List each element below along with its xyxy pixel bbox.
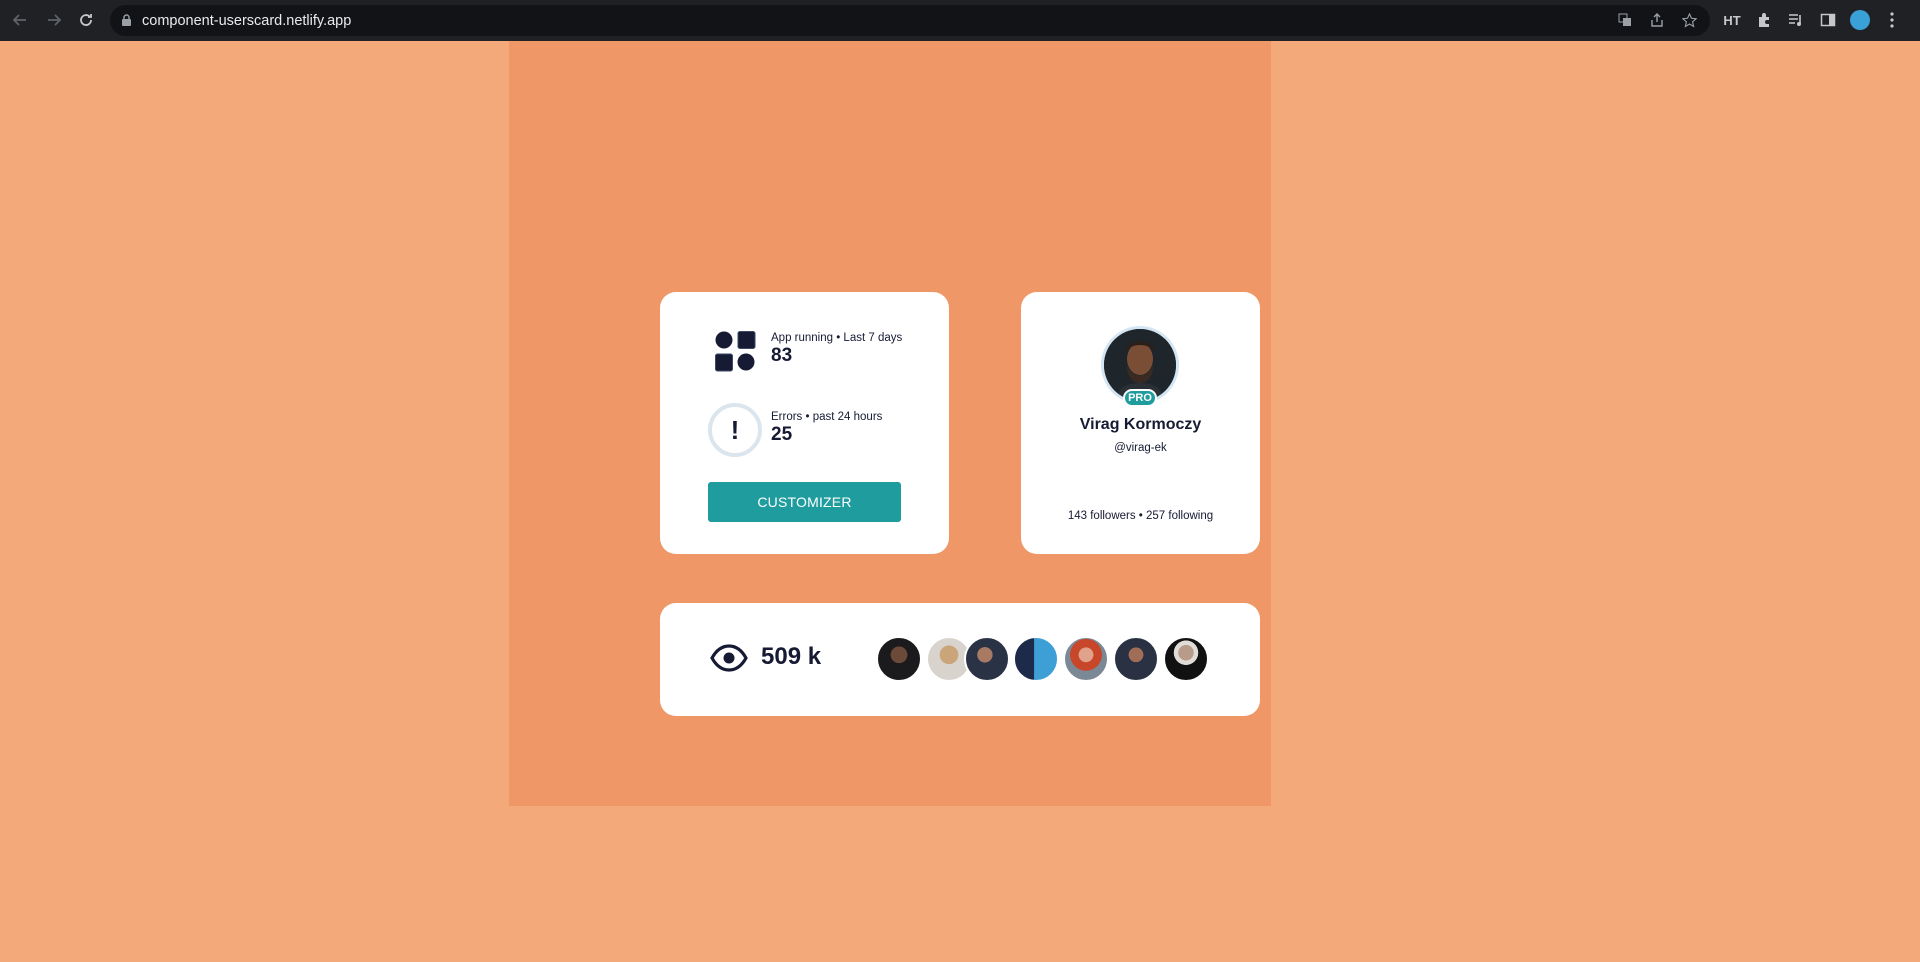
errors-value: 25 (771, 424, 793, 445)
side-panel-icon[interactable] (1818, 10, 1838, 30)
viewer-avatar[interactable] (1113, 636, 1159, 682)
media-icon[interactable] (1786, 10, 1806, 30)
share-icon[interactable] (1648, 11, 1666, 29)
lock-icon (122, 14, 131, 26)
translate-icon[interactable] (1616, 11, 1634, 29)
browser-toolbar: component-userscard.netlify.app HT (0, 0, 1920, 41)
star-icon[interactable] (1680, 11, 1698, 29)
menu-kebab-icon[interactable] (1882, 10, 1902, 30)
app-running-value: 83 (771, 345, 793, 366)
errors-label: Errors • past 24 hours (771, 411, 883, 423)
app-running-stat: App running • Last 7 days 83 (771, 332, 902, 367)
profile-handle[interactable]: @virag-ek (1021, 442, 1260, 454)
profile-avatar-icon[interactable] (1850, 10, 1870, 30)
errors-stat: Errors • past 24 hours 25 (771, 411, 882, 446)
pro-badge: PRO (1123, 389, 1157, 407)
puzzle-icon[interactable] (1754, 10, 1774, 30)
url-text: component-userscard.netlify.app (142, 13, 352, 29)
back-arrow-icon[interactable] (10, 10, 30, 30)
viewer-avatar[interactable] (1013, 636, 1059, 682)
viewer-avatar[interactable] (1063, 636, 1109, 682)
reload-icon[interactable] (76, 10, 96, 30)
stats-card: App running • Last 7 days 83 ! Errors • … (660, 292, 949, 554)
profile-name: Virag Kormoczy (1079, 416, 1202, 433)
apps-grid-icon (715, 331, 756, 372)
eye-icon (710, 644, 748, 672)
app-running-label: App running • Last 7 days (771, 332, 903, 344)
viewer-avatar[interactable] (876, 636, 922, 682)
viewer-avatar[interactable] (964, 636, 1010, 682)
ht-extension-icon[interactable]: HT (1722, 10, 1742, 30)
error-glyph: ! (730, 414, 740, 445)
profile-card: PRO Virag Kormoczy @virag-ek 143 followe… (1021, 292, 1260, 554)
forward-arrow-icon[interactable] (44, 10, 64, 30)
views-card: 509 k (660, 603, 1260, 716)
viewer-avatar[interactable] (1163, 636, 1209, 682)
error-alert-icon: ! (708, 403, 762, 457)
customize-button[interactable]: CUSTOMIZER (708, 482, 901, 522)
views-count: 509 k (761, 643, 822, 670)
address-bar[interactable]: component-userscard.netlify.app (110, 5, 1710, 36)
follow-stats: 143 followers • 257 following (1067, 510, 1214, 522)
